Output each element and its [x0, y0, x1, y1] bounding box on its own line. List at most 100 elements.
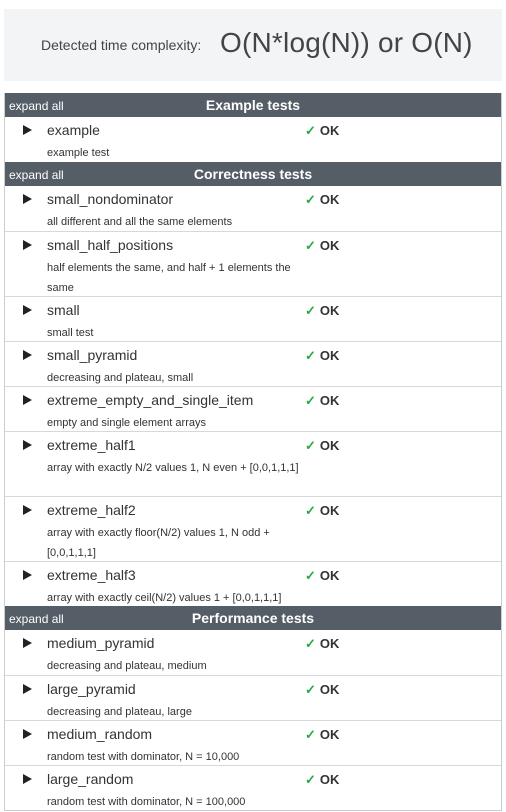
test-row[interactable]: large_randomrandom test with dominator, … [5, 765, 501, 810]
section-header: expand all Correctness tests [5, 162, 501, 186]
test-row[interactable]: extreme_half2array with exactly floor(N/… [5, 496, 501, 561]
triangle-right-icon[interactable] [23, 684, 32, 694]
triangle-right-icon[interactable] [23, 774, 32, 784]
test-row[interactable]: small_nondominatorall different and all … [5, 186, 501, 231]
status-text: OK [319, 503, 340, 518]
test-name[interactable]: extreme_half2 [47, 502, 136, 518]
status-text: OK [319, 438, 340, 453]
test-status: ✓ OK [305, 636, 339, 652]
triangle-right-icon[interactable] [23, 638, 32, 648]
test-results-table: expand all Example tests example example te… [4, 93, 502, 811]
test-row[interactable]: small_pyramid decreasing and plateau, sma… [5, 341, 501, 386]
test-status: ✓ OK [305, 393, 339, 409]
test-description: decreasing and plateau, medium [47, 660, 207, 672]
test-name[interactable]: small_half_positions [47, 237, 173, 253]
test-description: small test [47, 327, 94, 339]
test-row[interactable]: medium_pyramid decreasing and plateau, me… [5, 630, 501, 675]
test-name[interactable]: example [47, 122, 100, 138]
test-status: ✓ OK [305, 348, 339, 364]
checkmark-icon: ✓ [305, 682, 316, 697]
test-name[interactable]: large_pyramid [47, 681, 136, 697]
test-name[interactable]: extreme_half1 [47, 437, 136, 453]
test-status: ✓ OK [305, 772, 339, 788]
test-description: array with exactly floor(N/2) values 1, … [47, 527, 270, 559]
test-status: ✓ OK [305, 303, 339, 319]
triangle-right-icon[interactable] [23, 194, 32, 204]
complexity-value: O(N*log(N)) or O(N) [220, 27, 473, 58]
section-header: expand all Performance tests [5, 606, 501, 630]
test-description: array with exactly ceil(N/2) values 1 + … [47, 592, 282, 604]
test-row[interactable]: extreme_empty_and_single_itemempty and s… [5, 386, 501, 431]
status-text: OK [319, 393, 340, 408]
triangle-right-icon[interactable] [23, 350, 32, 360]
triangle-right-icon[interactable] [23, 305, 32, 315]
test-description: all different and all the same elements [47, 216, 233, 228]
triangle-right-icon[interactable] [23, 729, 32, 739]
test-name[interactable]: small_pyramid [47, 347, 137, 363]
test-description: decreasing and plateau, small [47, 372, 194, 384]
test-description: random test with dominator, N = 10,000 [47, 751, 240, 763]
section-header: expand all Example tests [5, 93, 501, 117]
triangle-right-icon[interactable] [23, 440, 32, 450]
test-name[interactable]: large_random [47, 771, 133, 787]
checkmark-icon: ✓ [305, 727, 316, 742]
test-description: example test [47, 147, 110, 159]
test-status: ✓ OK [305, 568, 339, 584]
test-description: half elements the same, and half + 1 ele… [47, 262, 291, 294]
test-status: ✓ OK [305, 503, 339, 519]
status-text: OK [319, 636, 340, 651]
triangle-right-icon[interactable] [23, 570, 32, 580]
test-name[interactable]: small_nondominator [47, 191, 173, 207]
test-row[interactable]: small small test ✓ OK [5, 296, 501, 341]
status-text: OK [319, 303, 340, 318]
test-description: array with exactly N/2 values 1, N even … [47, 462, 299, 474]
test-name[interactable]: small [47, 302, 80, 318]
test-description: random test with dominator, N = 100,000 [47, 796, 246, 808]
checkmark-icon: ✓ [305, 303, 316, 318]
section-title: Example tests [205, 97, 301, 113]
triangle-right-icon[interactable] [23, 125, 32, 135]
checkmark-icon: ✓ [305, 568, 316, 583]
test-row[interactable]: extreme_half3array with exactly ceil(N/2… [5, 561, 501, 606]
checkmark-icon: ✓ [305, 238, 316, 253]
test-name[interactable]: medium_pyramid [47, 635, 154, 651]
test-name[interactable]: extreme_half3 [47, 567, 136, 583]
checkmark-icon: ✓ [305, 636, 316, 651]
checkmark-icon: ✓ [305, 348, 316, 363]
test-description: decreasing and plateau, large [47, 706, 192, 718]
test-status: ✓ OK [305, 238, 339, 254]
section-title: Correctness tests [193, 166, 313, 182]
complexity-label: Detected time complexity: [41, 37, 202, 53]
test-status: ✓ OK [305, 682, 339, 698]
test-status: ✓ OK [305, 438, 339, 454]
checkmark-icon: ✓ [305, 438, 316, 453]
test-description: empty and single element arrays [47, 417, 206, 429]
test-row[interactable]: small_half_positionshalf elements the sa… [5, 231, 501, 296]
test-name[interactable]: medium_random [47, 726, 152, 742]
triangle-right-icon[interactable] [23, 240, 32, 250]
test-status: ✓ OK [305, 192, 339, 208]
section-title: Performance tests [191, 610, 315, 626]
status-text: OK [319, 772, 340, 787]
checkmark-icon: ✓ [305, 123, 316, 138]
triangle-right-icon[interactable] [23, 395, 32, 405]
checkmark-icon: ✓ [305, 503, 316, 518]
status-text: OK [319, 123, 340, 138]
test-row[interactable]: extreme_half1array with exactly N/2 valu… [5, 431, 501, 496]
status-text: OK [319, 348, 340, 363]
status-text: OK [319, 682, 340, 697]
status-text: OK [319, 727, 340, 742]
test-row[interactable]: medium_randomrandom test with dominator,… [5, 720, 501, 765]
complexity-panel: Detected time complexity: O(N*log(N)) or… [4, 9, 502, 81]
test-row[interactable]: large_pyramid decreasing and plateau, lar… [5, 675, 501, 720]
status-text: OK [319, 568, 340, 583]
status-text: OK [319, 238, 340, 253]
test-row[interactable]: example example test ✓ OK [5, 117, 501, 162]
checkmark-icon: ✓ [305, 393, 316, 408]
checkmark-icon: ✓ [305, 772, 316, 787]
triangle-right-icon[interactable] [23, 505, 32, 515]
checkmark-icon: ✓ [305, 192, 316, 207]
test-name[interactable]: extreme_empty_and_single_item [47, 392, 253, 408]
status-text: OK [319, 192, 340, 207]
test-status: ✓ OK [305, 727, 339, 743]
